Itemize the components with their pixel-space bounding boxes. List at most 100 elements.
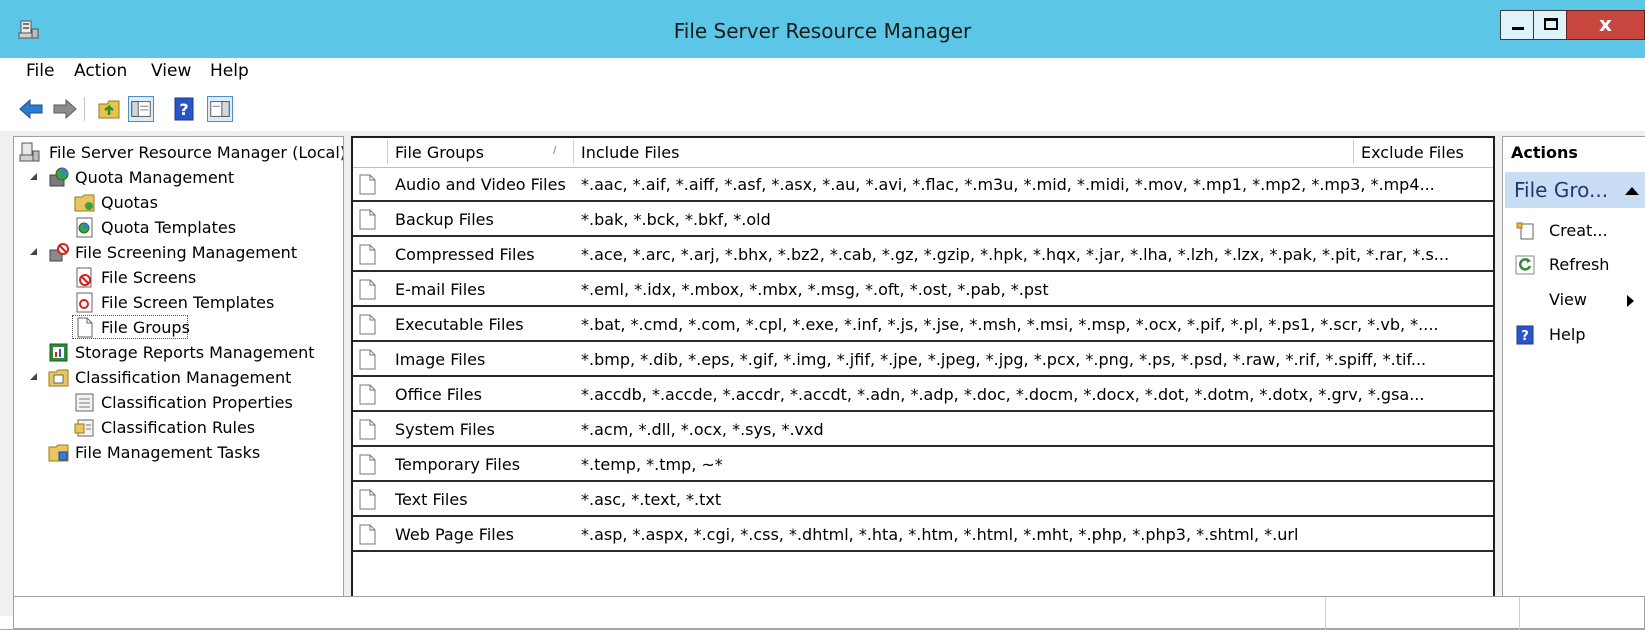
- maximize-button[interactable]: [1533, 10, 1567, 40]
- table-row[interactable]: E-mail Files *.eml, *.idx, *.mbox, *.mbx,…: [353, 273, 1493, 307]
- action-label: Help: [1549, 325, 1586, 344]
- file-screen-icon: [76, 267, 92, 288]
- show-hide-tree-icon[interactable]: [128, 96, 154, 122]
- status-divider: [1325, 597, 1326, 630]
- refresh-icon: [1515, 255, 1535, 275]
- tree-label: File Screens: [101, 268, 197, 287]
- tree-label: Classification Rules: [101, 418, 256, 437]
- file-group-name: Audio and Video Files: [395, 175, 566, 194]
- menu-file[interactable]: File: [26, 61, 54, 81]
- table-row[interactable]: Backup Files *.bak, *.bck, *.bkf, *.old: [353, 203, 1493, 237]
- collapse-arrow-icon[interactable]: [30, 373, 37, 380]
- status-divider: [1519, 597, 1520, 630]
- rules-icon: [74, 419, 94, 437]
- table-row[interactable]: Image Files *.bmp, *.dib, *.eps, *.gif, *…: [353, 343, 1493, 377]
- screen-template-icon: [76, 292, 93, 313]
- action-label: Creat...: [1549, 221, 1608, 240]
- minimize-icon: [1512, 27, 1524, 30]
- file-group-icon: [359, 489, 376, 510]
- include-files-cell: *.aac, *.aif, *.aiff, *.asf, *.asx, *.au…: [581, 175, 1435, 194]
- include-files-cell: *.asc, *.text, *.txt: [581, 490, 722, 509]
- file-group-name: Image Files: [395, 350, 486, 369]
- action-help[interactable]: ? Help: [1503, 318, 1645, 352]
- tree-label: Quotas: [101, 193, 158, 212]
- window-client: File Action View Help ? File Server Reso…: [0, 58, 1645, 629]
- help-icon: ?: [1516, 325, 1534, 345]
- include-files-cell: *.asp, *.aspx, *.cgi, *.css, *.dhtml, *.…: [581, 525, 1299, 544]
- table-row[interactable]: Executable Files *.bat, *.cmd, *.com, *.c…: [353, 308, 1493, 342]
- actions-title: Actions: [1511, 143, 1578, 162]
- file-group-name: Compressed Files: [395, 245, 535, 264]
- include-files-cell: *.acm, *.dll, *.ocx, *.sys, *.vxd: [581, 420, 824, 439]
- menu-action[interactable]: Action: [74, 61, 127, 81]
- table-row[interactable]: Temporary Files *.temp, *.tmp, ~*: [353, 448, 1493, 482]
- table-row[interactable]: Text Files *.asc, *.text, *.txt: [353, 483, 1493, 517]
- include-files-cell: *.bak, *.bck, *.bkf, *.old: [581, 210, 771, 229]
- actions-pane: Actions File Gro... Creat... Refresh Vie…: [1502, 136, 1645, 598]
- status-bar: [13, 596, 1645, 630]
- tree-label: File Screen Templates: [101, 293, 275, 312]
- tree-label: Quota Templates: [101, 218, 237, 237]
- file-groups-list[interactable]: File Groups / Include Files Exclude File…: [351, 136, 1495, 598]
- svg-text:?: ?: [179, 100, 188, 119]
- file-group-icon: [359, 174, 376, 195]
- file-group-icon: [359, 384, 376, 405]
- tasks-icon: [48, 444, 69, 462]
- include-files-cell: *.ace, *.arc, *.arj, *.bhx, *.bz2, *.cab…: [581, 245, 1450, 264]
- tree-label: Storage Reports Management: [75, 343, 315, 362]
- column-divider: [1353, 140, 1354, 164]
- back-arrow-icon[interactable]: [18, 96, 44, 122]
- help-icon[interactable]: ?: [171, 96, 197, 122]
- file-group-icon: [359, 524, 376, 545]
- action-view[interactable]: View: [1503, 283, 1645, 317]
- toolbar: ?: [0, 88, 1645, 131]
- tree-label: File Groups: [101, 318, 190, 337]
- tree-label: File Management Tasks: [75, 443, 261, 462]
- menu-view[interactable]: View: [151, 61, 191, 81]
- screening-icon: [49, 243, 69, 262]
- up-folder-icon[interactable]: [97, 96, 123, 122]
- column-header-exclude-files[interactable]: Exclude Files: [1361, 143, 1464, 162]
- collapse-arrow-icon[interactable]: [30, 173, 37, 180]
- minimize-button[interactable]: [1500, 10, 1534, 40]
- menu-bar: File Action View Help: [0, 58, 1645, 88]
- forward-arrow-icon[interactable]: [52, 96, 78, 122]
- console-tree[interactable]: File Server Resource Manager (Local) Quo…: [13, 136, 344, 598]
- close-button[interactable]: x: [1566, 10, 1645, 40]
- action-label: Refresh: [1549, 255, 1610, 274]
- include-files-cell: *.bmp, *.dib, *.eps, *.gif, *.img, *.jfi…: [581, 350, 1427, 369]
- svg-text:?: ?: [1521, 329, 1529, 344]
- actions-section-header[interactable]: File Gro...: [1505, 172, 1645, 208]
- tree-label: File Server Resource Manager (Local): [49, 143, 344, 162]
- action-label: View: [1549, 290, 1587, 309]
- server-icon: [19, 142, 40, 162]
- table-row[interactable]: Office Files *.accdb, *.accde, *.accdr, *…: [353, 378, 1493, 412]
- window-title: File Server Resource Manager: [673, 19, 972, 43]
- action-pane-icon[interactable]: [207, 96, 233, 122]
- actions-section-label: File Gro...: [1514, 178, 1609, 202]
- collapse-arrow-icon[interactable]: [30, 248, 37, 255]
- file-group-name: E-mail Files: [395, 280, 486, 299]
- file-icon: [77, 317, 93, 338]
- column-divider: [573, 140, 574, 164]
- column-header-include-files[interactable]: Include Files: [581, 143, 679, 162]
- action-create[interactable]: Creat...: [1503, 214, 1645, 248]
- submenu-arrow-icon: [1627, 295, 1634, 307]
- tree-label: Classification Management: [75, 368, 292, 387]
- sort-indicator-icon: /: [553, 145, 557, 156]
- column-header-file-groups[interactable]: File Groups: [395, 143, 484, 162]
- file-group-name: System Files: [395, 420, 495, 439]
- action-refresh[interactable]: Refresh: [1503, 248, 1645, 282]
- collapse-up-icon[interactable]: [1625, 187, 1639, 195]
- properties-icon: [75, 393, 94, 412]
- folder-icon: [74, 194, 95, 212]
- file-group-name: Backup Files: [395, 210, 494, 229]
- table-row[interactable]: Audio and Video Files *.aac, *.aif, *.aif…: [353, 168, 1493, 202]
- file-group-icon: [359, 349, 376, 370]
- menu-help[interactable]: Help: [210, 61, 249, 81]
- file-group-name: Executable Files: [395, 315, 524, 334]
- table-row[interactable]: Web Page Files *.asp, *.aspx, *.cgi, *.cs…: [353, 518, 1493, 552]
- table-row[interactable]: Compressed Files *.ace, *.arc, *.arj, *.b…: [353, 238, 1493, 272]
- table-row[interactable]: System Files *.acm, *.dll, *.ocx, *.sys, …: [353, 413, 1493, 447]
- create-icon: [1516, 222, 1534, 240]
